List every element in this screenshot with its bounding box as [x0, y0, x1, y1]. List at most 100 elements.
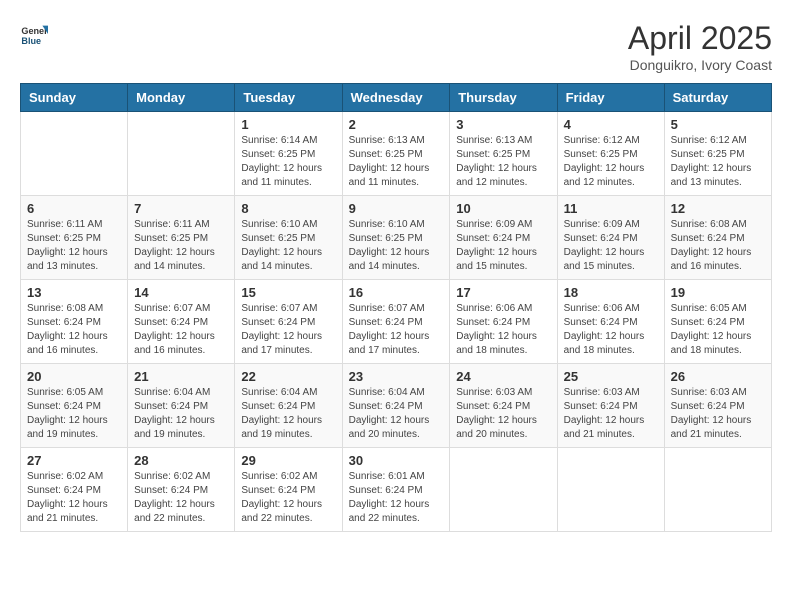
day-info: Sunrise: 6:10 AM Sunset: 6:25 PM Dayligh…	[241, 218, 335, 274]
weekday-header-monday: Monday	[128, 84, 235, 112]
calendar-cell: 24 Sunrise: 6:03 AM Sunset: 6:24 PM Dayli…	[450, 364, 557, 448]
day-info: Sunrise: 6:01 AM Sunset: 6:24 PM Dayligh…	[349, 470, 444, 526]
day-number: 28	[134, 453, 228, 468]
day-number: 8	[241, 201, 335, 216]
calendar-cell: 16 Sunrise: 6:07 AM Sunset: 6:24 PM Dayli…	[342, 280, 450, 364]
weekday-header-row: SundayMondayTuesdayWednesdayThursdayFrid…	[21, 84, 772, 112]
calendar-title: April 2025	[628, 20, 772, 57]
calendar-cell: 11Sunrise: 6:09 AM Sunset: 6:24 PM Dayli…	[557, 196, 664, 280]
calendar-cell: 26 Sunrise: 6:03 AM Sunset: 6:24 PM Dayli…	[664, 364, 771, 448]
day-number: 24	[456, 369, 550, 384]
logo-icon: General Blue	[20, 20, 48, 48]
day-number: 15	[241, 285, 335, 300]
day-info: Sunrise: 6:08 AM Sunset: 6:24 PM Dayligh…	[671, 218, 765, 274]
calendar-cell: 4Sunrise: 6:12 AM Sunset: 6:25 PM Daylig…	[557, 112, 664, 196]
weekday-header-wednesday: Wednesday	[342, 84, 450, 112]
calendar-week-row: 6Sunrise: 6:11 AM Sunset: 6:25 PM Daylig…	[21, 196, 772, 280]
calendar-cell: 27 Sunrise: 6:02 AM Sunset: 6:24 PM Dayli…	[21, 448, 128, 532]
calendar-cell: 7 Sunrise: 6:11 AM Sunset: 6:25 PM Daylig…	[128, 196, 235, 280]
day-info: Sunrise: 6:14 AM Sunset: 6:25 PM Dayligh…	[241, 134, 335, 190]
calendar-cell: 5 Sunrise: 6:12 AM Sunset: 6:25 PM Daylig…	[664, 112, 771, 196]
day-number: 20	[27, 369, 121, 384]
logo: General Blue	[20, 20, 48, 48]
svg-text:Blue: Blue	[21, 36, 41, 46]
calendar-week-row: 1 Sunrise: 6:14 AM Sunset: 6:25 PM Daylig…	[21, 112, 772, 196]
day-info: Sunrise: 6:05 AM Sunset: 6:24 PM Dayligh…	[671, 302, 765, 358]
day-info: Sunrise: 6:11 AM Sunset: 6:25 PM Dayligh…	[27, 218, 121, 274]
day-info: Sunrise: 6:03 AM Sunset: 6:24 PM Dayligh…	[456, 386, 550, 442]
day-number: 22	[241, 369, 335, 384]
calendar-cell: 3 Sunrise: 6:13 AM Sunset: 6:25 PM Daylig…	[450, 112, 557, 196]
day-number: 10	[456, 201, 550, 216]
calendar-cell: 10 Sunrise: 6:09 AM Sunset: 6:24 PM Dayli…	[450, 196, 557, 280]
day-number: 13	[27, 285, 121, 300]
day-info: Sunrise: 6:12 AM Sunset: 6:25 PM Dayligh…	[671, 134, 765, 190]
calendar-cell: 13 Sunrise: 6:08 AM Sunset: 6:24 PM Dayli…	[21, 280, 128, 364]
calendar-week-row: 13 Sunrise: 6:08 AM Sunset: 6:24 PM Dayli…	[21, 280, 772, 364]
day-number: 14	[134, 285, 228, 300]
day-info: Sunrise: 6:04 AM Sunset: 6:24 PM Dayligh…	[241, 386, 335, 442]
calendar-cell: 23 Sunrise: 6:04 AM Sunset: 6:24 PM Dayli…	[342, 364, 450, 448]
title-area: April 2025 Donguikro, Ivory Coast	[628, 20, 772, 73]
day-number: 16	[349, 285, 444, 300]
day-number: 30	[349, 453, 444, 468]
day-number: 12	[671, 201, 765, 216]
day-number: 23	[349, 369, 444, 384]
calendar-cell: 29Sunrise: 6:02 AM Sunset: 6:24 PM Dayli…	[235, 448, 342, 532]
calendar-cell: 2 Sunrise: 6:13 AM Sunset: 6:25 PM Daylig…	[342, 112, 450, 196]
day-number: 9	[349, 201, 444, 216]
weekday-header-tuesday: Tuesday	[235, 84, 342, 112]
calendar-cell: 14 Sunrise: 6:07 AM Sunset: 6:24 PM Dayli…	[128, 280, 235, 364]
calendar-cell	[450, 448, 557, 532]
calendar-subtitle: Donguikro, Ivory Coast	[628, 57, 772, 73]
calendar-cell: 1 Sunrise: 6:14 AM Sunset: 6:25 PM Daylig…	[235, 112, 342, 196]
calendar-cell	[557, 448, 664, 532]
day-info: Sunrise: 6:07 AM Sunset: 6:24 PM Dayligh…	[241, 302, 335, 358]
day-info: Sunrise: 6:03 AM Sunset: 6:24 PM Dayligh…	[564, 386, 658, 442]
weekday-header-sunday: Sunday	[21, 84, 128, 112]
day-number: 27	[27, 453, 121, 468]
calendar-table: SundayMondayTuesdayWednesdayThursdayFrid…	[20, 83, 772, 532]
day-number: 21	[134, 369, 228, 384]
calendar-cell: 6Sunrise: 6:11 AM Sunset: 6:25 PM Daylig…	[21, 196, 128, 280]
day-number: 7	[134, 201, 228, 216]
day-info: Sunrise: 6:06 AM Sunset: 6:24 PM Dayligh…	[456, 302, 550, 358]
day-number: 3	[456, 117, 550, 132]
day-info: Sunrise: 6:03 AM Sunset: 6:24 PM Dayligh…	[671, 386, 765, 442]
day-info: Sunrise: 6:07 AM Sunset: 6:24 PM Dayligh…	[349, 302, 444, 358]
day-info: Sunrise: 6:11 AM Sunset: 6:25 PM Dayligh…	[134, 218, 228, 274]
calendar-cell	[21, 112, 128, 196]
day-info: Sunrise: 6:02 AM Sunset: 6:24 PM Dayligh…	[134, 470, 228, 526]
day-info: Sunrise: 6:10 AM Sunset: 6:25 PM Dayligh…	[349, 218, 444, 274]
weekday-header-friday: Friday	[557, 84, 664, 112]
day-number: 4	[564, 117, 658, 132]
calendar-week-row: 20 Sunrise: 6:05 AM Sunset: 6:24 PM Dayli…	[21, 364, 772, 448]
day-info: Sunrise: 6:09 AM Sunset: 6:24 PM Dayligh…	[456, 218, 550, 274]
calendar-cell: 9 Sunrise: 6:10 AM Sunset: 6:25 PM Daylig…	[342, 196, 450, 280]
day-info: Sunrise: 6:05 AM Sunset: 6:24 PM Dayligh…	[27, 386, 121, 442]
day-number: 17	[456, 285, 550, 300]
calendar-cell: 25Sunrise: 6:03 AM Sunset: 6:24 PM Dayli…	[557, 364, 664, 448]
day-number: 26	[671, 369, 765, 384]
day-info: Sunrise: 6:07 AM Sunset: 6:24 PM Dayligh…	[134, 302, 228, 358]
day-info: Sunrise: 6:04 AM Sunset: 6:24 PM Dayligh…	[349, 386, 444, 442]
calendar-cell: 17 Sunrise: 6:06 AM Sunset: 6:24 PM Dayli…	[450, 280, 557, 364]
day-number: 1	[241, 117, 335, 132]
day-info: Sunrise: 6:06 AM Sunset: 6:24 PM Dayligh…	[564, 302, 658, 358]
day-info: Sunrise: 6:13 AM Sunset: 6:25 PM Dayligh…	[456, 134, 550, 190]
day-number: 19	[671, 285, 765, 300]
day-number: 5	[671, 117, 765, 132]
day-number: 2	[349, 117, 444, 132]
day-number: 29	[241, 453, 335, 468]
calendar-cell: 19 Sunrise: 6:05 AM Sunset: 6:24 PM Dayli…	[664, 280, 771, 364]
day-info: Sunrise: 6:13 AM Sunset: 6:25 PM Dayligh…	[349, 134, 444, 190]
calendar-cell: 21Sunrise: 6:04 AM Sunset: 6:24 PM Dayli…	[128, 364, 235, 448]
weekday-header-thursday: Thursday	[450, 84, 557, 112]
day-info: Sunrise: 6:09 AM Sunset: 6:24 PM Dayligh…	[564, 218, 658, 274]
day-info: Sunrise: 6:08 AM Sunset: 6:24 PM Dayligh…	[27, 302, 121, 358]
day-info: Sunrise: 6:02 AM Sunset: 6:24 PM Dayligh…	[27, 470, 121, 526]
weekday-header-saturday: Saturday	[664, 84, 771, 112]
calendar-cell: 8 Sunrise: 6:10 AM Sunset: 6:25 PM Daylig…	[235, 196, 342, 280]
calendar-cell: 20 Sunrise: 6:05 AM Sunset: 6:24 PM Dayli…	[21, 364, 128, 448]
calendar-cell: 30 Sunrise: 6:01 AM Sunset: 6:24 PM Dayli…	[342, 448, 450, 532]
